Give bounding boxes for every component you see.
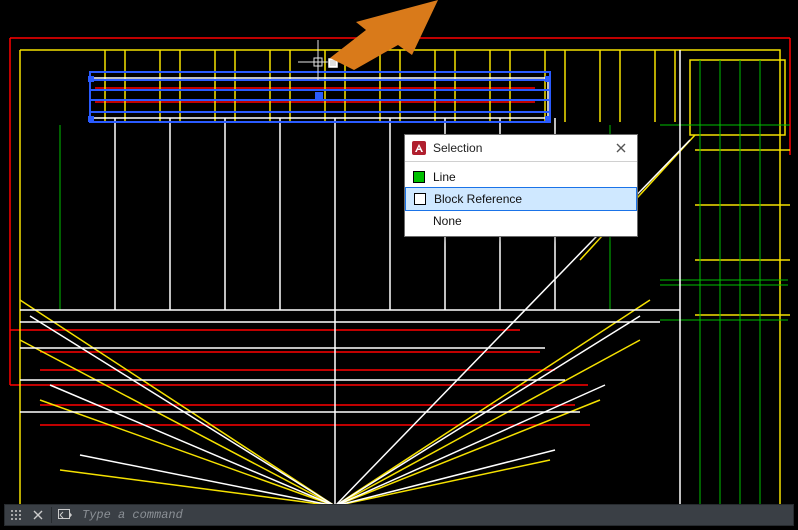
divider (51, 507, 52, 523)
color-swatch-green (413, 171, 425, 183)
customize-icon[interactable] (5, 504, 27, 526)
selection-item-label: Block Reference (434, 192, 522, 206)
selection-item-label: Line (433, 170, 456, 184)
autocad-app-icon (411, 140, 427, 156)
recent-commands-icon[interactable] (54, 504, 76, 526)
close-icon[interactable] (605, 135, 637, 161)
command-input[interactable]: Type a command (82, 508, 793, 522)
cad-viewport[interactable] (0, 0, 798, 506)
color-swatch-none (413, 215, 425, 227)
selection-item-none[interactable]: None (405, 210, 637, 232)
command-line-bar: Type a command (4, 504, 794, 526)
popup-body: Line Block Reference None (405, 162, 637, 236)
selection-item-line[interactable]: Line (405, 166, 637, 188)
color-swatch-white (414, 193, 426, 205)
close-commandline-icon[interactable] (27, 504, 49, 526)
selection-item-label: None (433, 214, 462, 228)
popup-titlebar: Selection (405, 135, 637, 162)
selection-item-block-reference[interactable]: Block Reference (405, 187, 637, 211)
selection-popup: Selection Line Block Reference None (404, 134, 638, 237)
popup-title: Selection (433, 141, 605, 155)
